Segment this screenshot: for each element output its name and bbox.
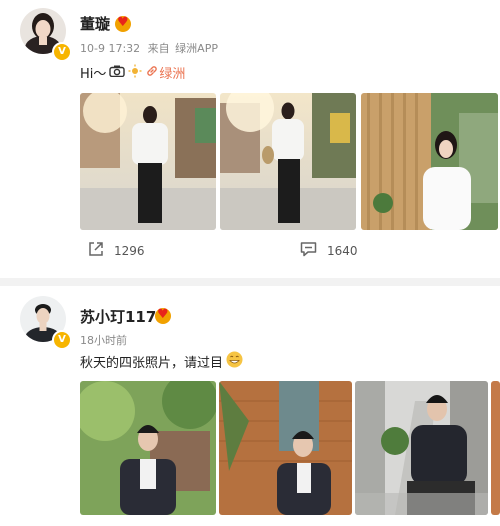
source-prefix: 来自 <box>147 42 170 55</box>
post-time: 18小时前 <box>80 334 127 347</box>
repost-icon <box>88 241 104 260</box>
repost-button[interactable]: 1296 <box>88 241 145 260</box>
post-divider <box>0 278 500 286</box>
oasis-link[interactable]: 绿洲 <box>159 63 185 82</box>
post-meta: 10-9 17:32 来自 绿洲APP <box>80 40 218 56</box>
post-photo-1[interactable] <box>80 93 216 230</box>
post-time: 10-9 17:32 <box>80 42 141 55</box>
post-text-prefix: Hi～ <box>80 67 107 82</box>
link-icon[interactable] <box>146 65 158 81</box>
user-name[interactable]: 董璇 <box>80 13 110 34</box>
post-text: Hi～ 绿洲 <box>80 63 185 82</box>
repost-count: 1296 <box>114 243 145 258</box>
heart-badge-icon <box>115 15 131 32</box>
comment-button[interactable]: 1640 <box>300 241 358 260</box>
post-card-dongxuan: V 董璇 10-9 17:32 来自 绿洲APP Hi～ 绿洲 <box>0 0 500 280</box>
grin-emoji-icon <box>226 351 243 372</box>
post-photo-1[interactable] <box>80 381 216 515</box>
verified-badge-icon: V <box>52 42 72 62</box>
post-card-suxiaoding: V 苏小玎117 18小时前 秋天的四张照片，请过目 <box>0 286 500 526</box>
camera-icon <box>109 65 126 81</box>
verified-badge-icon: V <box>52 330 72 350</box>
user-name[interactable]: 苏小玎117 <box>80 306 156 327</box>
source-app[interactable]: 绿洲APP <box>175 42 218 55</box>
comment-icon <box>300 241 317 260</box>
comment-count: 1640 <box>327 243 358 258</box>
heart-badge-icon <box>155 307 171 324</box>
post-photo-2[interactable] <box>220 93 356 230</box>
post-photo-3[interactable] <box>355 381 488 515</box>
post-photo-2[interactable] <box>219 381 352 515</box>
post-text-body: 秋天的四张照片，请过目 <box>80 356 224 371</box>
post-text: 秋天的四张照片，请过目 <box>80 351 243 372</box>
post-photo-3[interactable] <box>361 93 498 230</box>
post-photo-4-partial[interactable] <box>491 381 500 515</box>
sun-icon <box>128 64 142 82</box>
